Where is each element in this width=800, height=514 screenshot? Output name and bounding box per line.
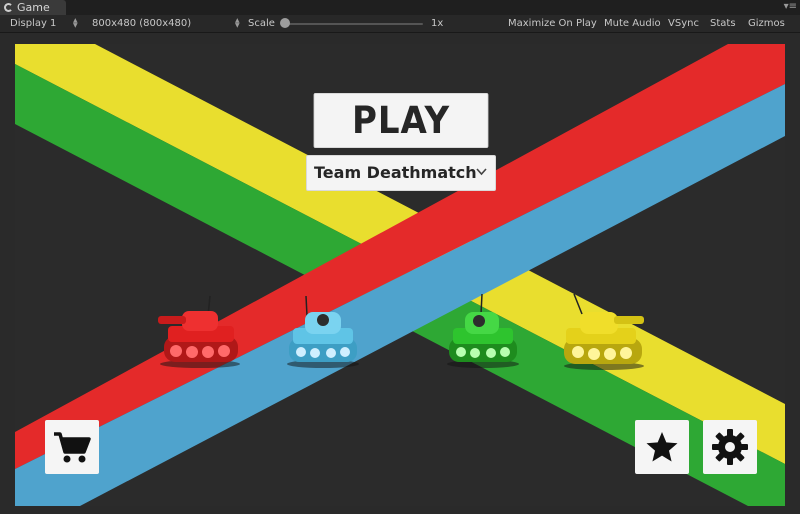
favorites-button[interactable] [635,420,689,474]
play-button[interactable]: PLAY [313,93,489,148]
settings-button[interactable] [703,420,757,474]
game-mode-label: Team Deathmatch [314,163,477,182]
display-dropdown[interactable]: Display 1 [10,15,56,32]
game-toolbar: Display 1 ▲ ▼ 800x480 (800x480) ▲ ▼ Scale … [0,15,800,33]
game-tab[interactable]: Game [0,0,66,15]
shop-button[interactable] [45,420,99,474]
scale-slider-track[interactable] [282,23,423,25]
star-icon [646,432,678,462]
game-mode-dropdown[interactable]: Team Deathmatch [306,155,496,191]
scale-value: 1x [431,18,444,29]
stats-toggle[interactable]: Stats [710,15,736,32]
red-tank [158,295,240,368]
resolution-dropdown[interactable]: 800x480 (800x480) [92,15,191,32]
display-dropdown-arrows-icon: ▲ ▼ [73,17,78,29]
game-viewport: PLAY Team Deathmatch [15,44,785,506]
green-tank [447,294,519,368]
blue-tank [287,295,359,368]
editor-tab-bar: Game ▾≡ [0,0,800,15]
resolution-dropdown-arrows-icon: ▲ ▼ [235,17,240,29]
gear-icon [712,429,748,465]
shopping-cart-icon [54,432,91,463]
game-view-icon [4,3,13,12]
chevron-down-icon [476,168,487,176]
gizmos-dropdown[interactable]: Gizmos [748,15,785,32]
game-tab-label: Game [17,1,50,14]
scale-slider-handle[interactable] [280,18,290,28]
scale-label: Scale [248,18,275,29]
vsync-toggle[interactable]: VSync [668,15,699,32]
maximize-on-play-toggle[interactable]: Maximize On Play [508,15,597,32]
mute-audio-toggle[interactable]: Mute Audio [604,15,661,32]
tab-menu-icon[interactable]: ▾≡ [784,1,797,13]
yellow-tank [564,293,644,370]
